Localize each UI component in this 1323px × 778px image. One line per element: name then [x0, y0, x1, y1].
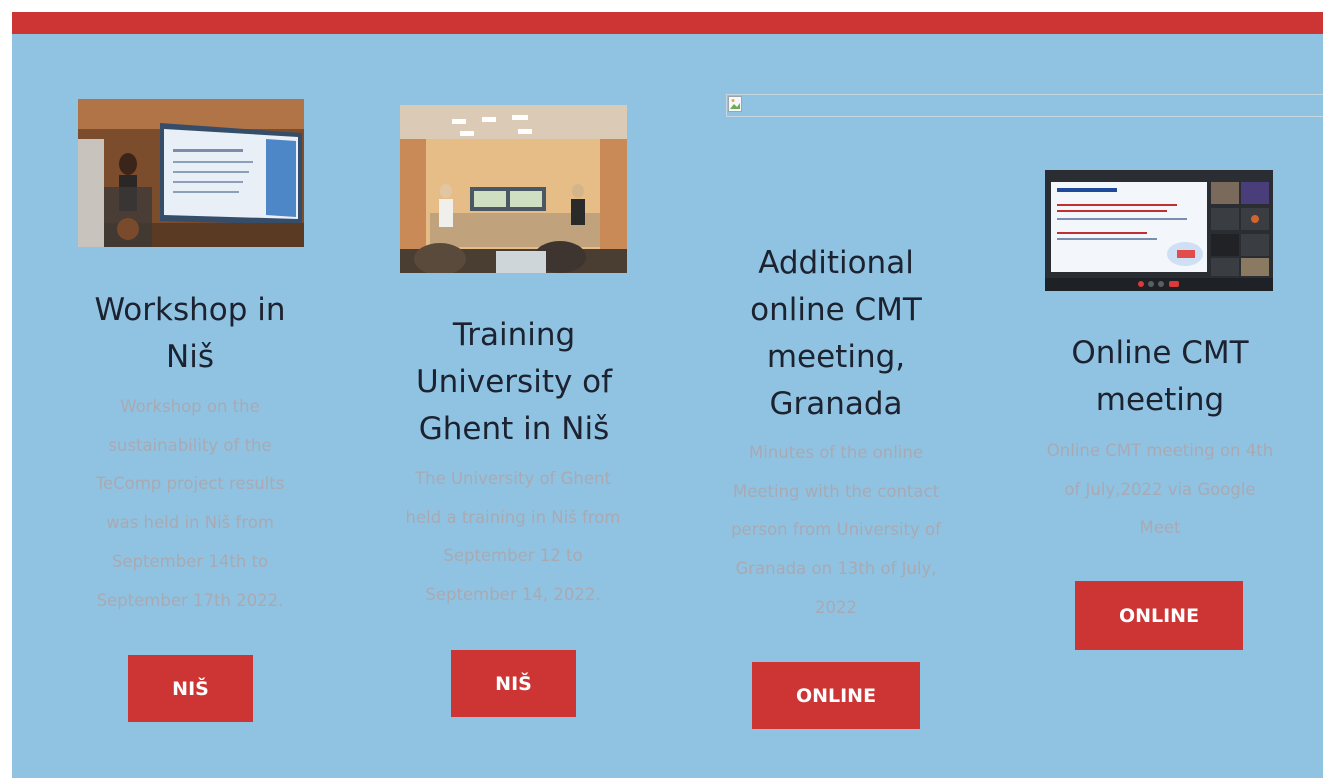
top-accent-bar [12, 12, 1323, 34]
training-photo[interactable] [400, 105, 627, 273]
workshop-photo[interactable] [78, 99, 304, 247]
card-title: Online CMT meeting [1071, 335, 1249, 418]
card-title: Training University of Ghent in Niš [415, 317, 613, 447]
card-title: Workshop in Niš [94, 292, 286, 375]
online-button[interactable]: ONLINE [752, 662, 920, 729]
card-description: Minutes of the online Meeting with the c… [731, 443, 941, 617]
online-button[interactable]: ONLINE [1075, 581, 1243, 650]
broken-image-icon [728, 96, 742, 112]
events-section: Workshop in Niš Workshop on the sustaina… [12, 12, 1323, 778]
broken-image-placeholder[interactable] [726, 94, 1323, 117]
card-description: Online CMT meeting on 4th of July,2022 v… [1046, 441, 1274, 538]
video-call-screenshot[interactable] [1045, 170, 1273, 291]
card-title: Additional online CMT meeting, Granada [750, 245, 922, 422]
nis-button[interactable]: NIŠ [128, 655, 253, 722]
card-description: Workshop on the sustainability of the Te… [95, 397, 285, 610]
card-description: The University of Ghent held a training … [405, 469, 621, 605]
nis-button[interactable]: NIŠ [451, 650, 576, 717]
